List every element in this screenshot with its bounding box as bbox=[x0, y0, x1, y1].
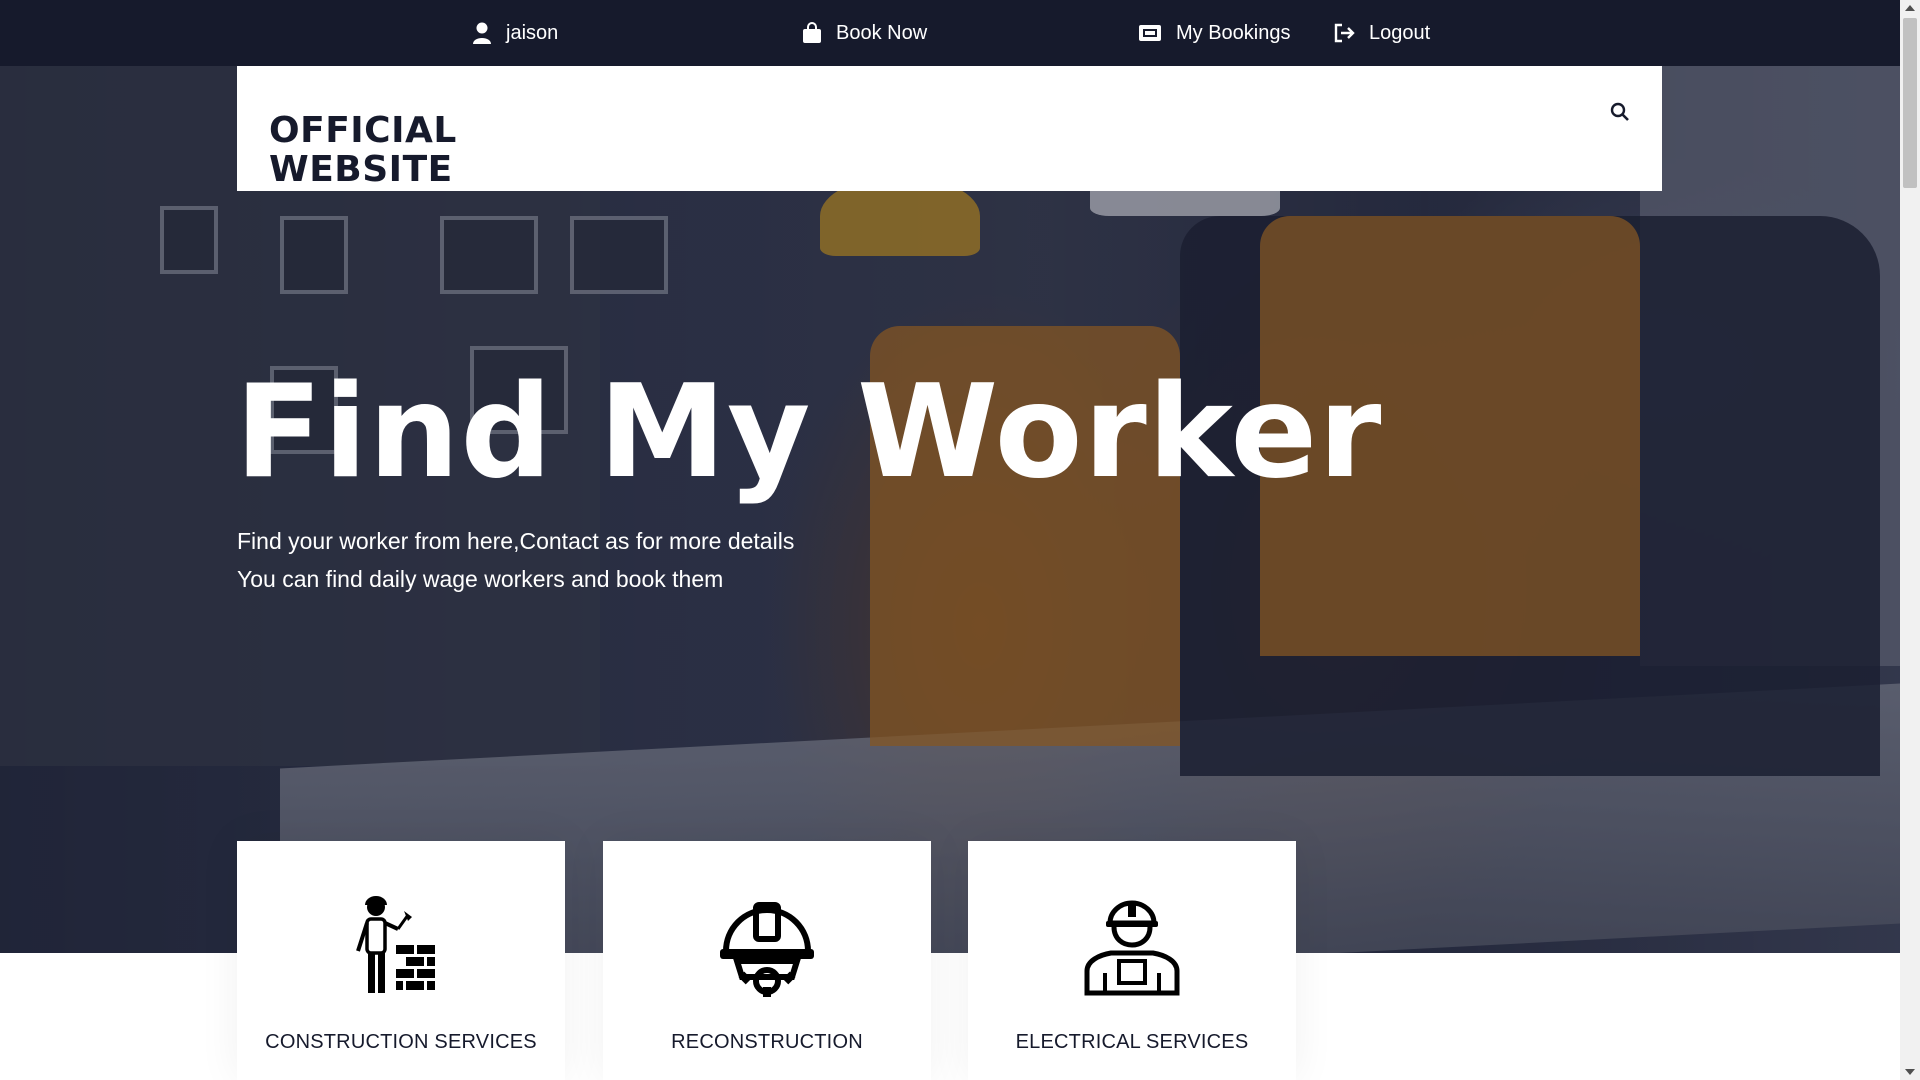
hero-subtitle: Find your worker from here,Contact as fo… bbox=[237, 522, 794, 598]
hero-subtitle-line-2: You can find daily wage workers and book… bbox=[237, 566, 724, 592]
my-bookings-link[interactable]: My Bookings bbox=[1138, 0, 1291, 66]
service-card-construction[interactable]: CONSTRUCTION SERVICES bbox=[237, 841, 565, 1080]
service-label: RECONSTRUCTION bbox=[671, 1031, 863, 1053]
service-label: ELECTRICAL SERVICES bbox=[1015, 1031, 1249, 1053]
service-card-electrical[interactable]: ELECTRICAL SERVICES bbox=[968, 841, 1296, 1080]
ticket-icon bbox=[1138, 24, 1162, 42]
site-logo[interactable]: OFFICIAL WEBSITE bbox=[269, 111, 457, 189]
user-name-label: jaison bbox=[506, 21, 559, 44]
site-header: OFFICIAL WEBSITE bbox=[237, 66, 1662, 191]
hero-banner bbox=[0, 66, 1900, 953]
scrollbar-thumb[interactable] bbox=[1903, 18, 1917, 188]
logout-label: Logout bbox=[1369, 21, 1431, 44]
top-navigation-bar: jaison Book Now My Bookings Logout bbox=[0, 0, 1900, 66]
page-scrollbar[interactable] bbox=[1900, 0, 1920, 1080]
scroll-down-arrow-icon[interactable] bbox=[1905, 1069, 1915, 1075]
book-now-link[interactable]: Book Now bbox=[802, 0, 927, 66]
scroll-up-arrow-icon[interactable] bbox=[1905, 5, 1915, 11]
logo-line-2: WEBSITE bbox=[269, 149, 453, 190]
logo-line-1: OFFICIAL bbox=[269, 110, 457, 151]
book-now-label: Book Now bbox=[836, 21, 928, 44]
logout-link[interactable]: Logout bbox=[1333, 0, 1430, 66]
helmet-gear-icon bbox=[712, 889, 822, 999]
worker-person-icon bbox=[1077, 889, 1187, 999]
service-card-reconstruction[interactable]: RECONSTRUCTION bbox=[603, 841, 931, 1080]
shopping-bag-icon bbox=[802, 22, 822, 44]
search-button[interactable] bbox=[1606, 100, 1634, 128]
hero-subtitle-line-1: Find your worker from here,Contact as fo… bbox=[237, 528, 795, 554]
service-label: CONSTRUCTION SERVICES bbox=[265, 1031, 537, 1053]
bricklayer-worker-icon bbox=[346, 889, 456, 999]
logout-icon bbox=[1333, 23, 1355, 43]
user-icon bbox=[472, 22, 492, 44]
search-icon bbox=[1610, 102, 1630, 127]
my-bookings-label: My Bookings bbox=[1176, 21, 1291, 44]
user-account-link[interactable]: jaison bbox=[472, 0, 558, 66]
hero-title: Find My Worker bbox=[235, 358, 1383, 507]
hero-dark-overlay bbox=[0, 66, 1900, 953]
